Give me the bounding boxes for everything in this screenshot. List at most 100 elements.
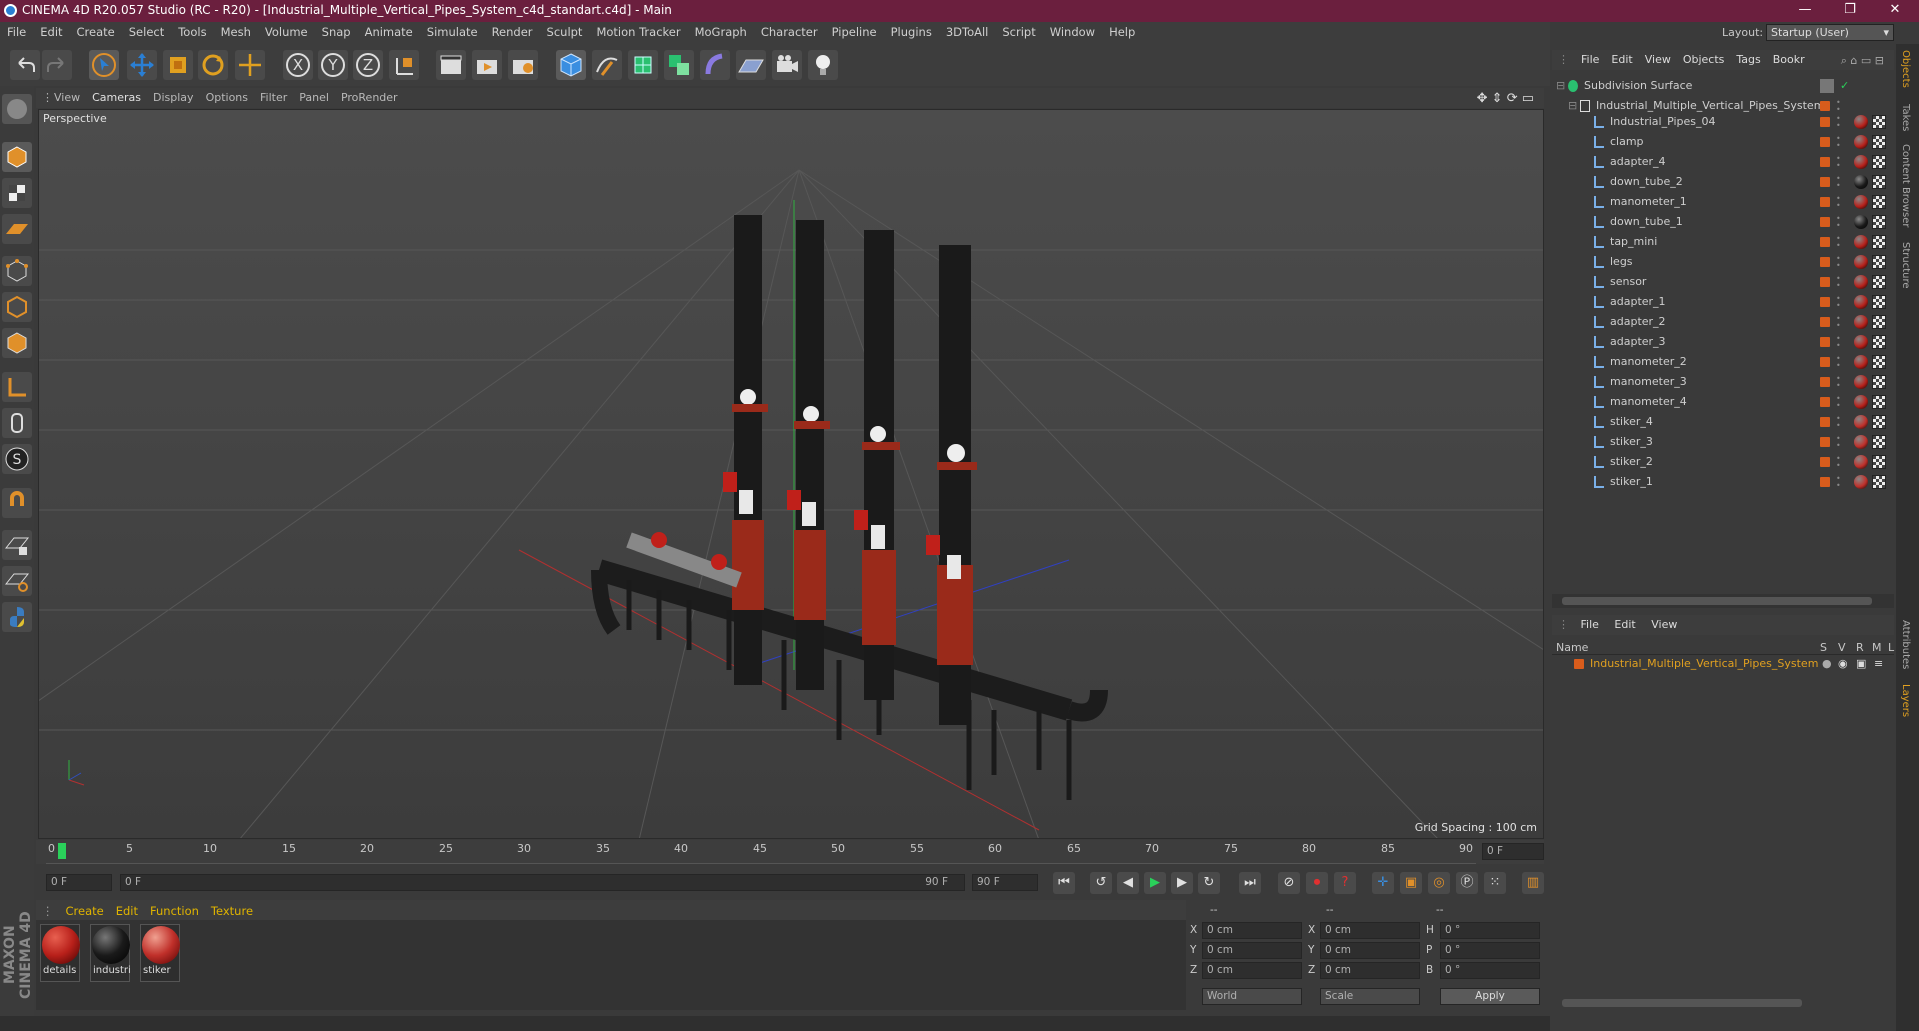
visibility-dots[interactable]: • •	[1836, 175, 1841, 190]
visibility-dots[interactable]: • •	[1836, 295, 1841, 310]
visibility-dots[interactable]: • •	[1836, 395, 1841, 410]
layer-color-swatch[interactable]	[1820, 277, 1830, 287]
3d-viewport[interactable]: Perspective Grid Spacing : 100 cm	[38, 109, 1544, 839]
tree-row-down-tube-2[interactable]: down_tube_2 • •	[1552, 172, 1894, 192]
obj-menu-edit[interactable]: Edit	[1605, 50, 1638, 66]
tree-row-clamp[interactable]: clamp • •	[1552, 132, 1894, 152]
start-frame-field[interactable]: 0 F	[46, 874, 112, 891]
position-z-field[interactable]: 0 cm	[1202, 962, 1302, 979]
previous-key-button[interactable]: ↺	[1090, 872, 1112, 894]
layer-color-swatch[interactable]	[1820, 177, 1830, 187]
polygons-mode-button[interactable]	[2, 328, 32, 358]
visibility-dots[interactable]: • •	[1836, 315, 1841, 330]
obj-menu-objects[interactable]: Objects	[1677, 50, 1731, 66]
apply-button[interactable]: Apply	[1440, 988, 1540, 1005]
play-button[interactable]: ▶	[1144, 872, 1166, 894]
viewport-menu-prorender[interactable]: ProRender	[335, 88, 404, 104]
material-swatch-stiker[interactable]: stiker	[140, 924, 180, 982]
visibility-dots[interactable]: • •	[1836, 415, 1841, 430]
menu-mesh[interactable]: Mesh	[214, 22, 258, 39]
texture-tag-icon[interactable]	[1872, 355, 1886, 369]
visibility-dots[interactable]: • •	[1836, 375, 1841, 390]
texture-tag-icon[interactable]	[1872, 195, 1886, 209]
floor-button[interactable]	[736, 50, 766, 80]
axis-mode-button[interactable]	[2, 372, 32, 402]
material-tag-icon[interactable]	[1854, 295, 1868, 309]
material-tag-icon[interactable]	[1854, 315, 1868, 329]
enable-snap-button[interactable]	[2, 488, 32, 518]
visibility-dots[interactable]: • •	[1836, 335, 1841, 350]
layer-color-swatch[interactable]	[1820, 117, 1830, 127]
tree-row-stiker-4[interactable]: stiker_4 • •	[1552, 412, 1894, 432]
render-settings-button[interactable]	[508, 50, 538, 80]
expand-toggle[interactable]: ⊟	[1568, 99, 1577, 112]
menu-character[interactable]: Character	[754, 22, 825, 39]
visibility-dots[interactable]: • •	[1836, 435, 1841, 450]
tree-row-manometer-2[interactable]: manometer_2 • •	[1552, 352, 1894, 372]
minimize-button[interactable]: —	[1785, 2, 1825, 20]
rotate-tool-button[interactable]	[198, 50, 228, 80]
menu-select[interactable]: Select	[122, 22, 171, 39]
object-manager-scrollbar[interactable]	[1552, 594, 1894, 608]
menu-mograph[interactable]: MoGraph	[688, 22, 754, 39]
layer-color-swatch[interactable]	[1820, 417, 1830, 427]
menu-simulate[interactable]: Simulate	[420, 22, 485, 39]
model-mode-button[interactable]	[2, 142, 32, 172]
material-tag-icon[interactable]	[1854, 115, 1868, 129]
key-rotation-button[interactable]: ◎	[1428, 872, 1450, 894]
tab-content-browser[interactable]: Content Browser	[1900, 144, 1911, 227]
texture-tag-icon[interactable]	[1872, 295, 1886, 309]
layer-menu-file[interactable]: File	[1581, 618, 1599, 631]
texture-tag-icon[interactable]	[1872, 215, 1886, 229]
menu-volume[interactable]: Volume	[258, 22, 315, 39]
layer-color-swatch[interactable]	[1820, 437, 1830, 447]
workplane-lock-button[interactable]	[2, 530, 32, 560]
y-axis-lock-button[interactable]: Y	[318, 50, 348, 80]
layer-menu-view[interactable]: View	[1651, 618, 1677, 631]
visibility-dots[interactable]: • •	[1836, 135, 1841, 150]
edges-mode-button[interactable]	[2, 292, 32, 322]
menu-window[interactable]: Window	[1043, 22, 1102, 39]
viewport-menu-options[interactable]: Options	[200, 88, 254, 104]
layer-color-swatch[interactable]	[1820, 217, 1830, 227]
layer-color-swatch[interactable]	[1574, 659, 1584, 669]
layer-color-swatch[interactable]	[1820, 137, 1830, 147]
coordinate-space-dropdown[interactable]: World	[1202, 988, 1302, 1005]
layer-menu-edit[interactable]: Edit	[1614, 618, 1635, 631]
next-frame-button[interactable]: ▶	[1171, 872, 1193, 894]
menu-snap[interactable]: Snap	[315, 22, 358, 39]
size-x-field[interactable]: 0 cm	[1320, 922, 1420, 939]
key-parameter-button[interactable]: Ⓟ	[1456, 872, 1478, 894]
tree-row-industrial-pipes-04[interactable]: Industrial_Pipes_04 • •	[1552, 112, 1894, 132]
size-mode-dropdown[interactable]: Scale	[1320, 988, 1420, 1005]
motion-path-button[interactable]: ⊘	[1278, 872, 1300, 894]
texture-mode-button[interactable]	[2, 178, 32, 208]
tree-row-stiker-2[interactable]: stiker_2 • •	[1552, 452, 1894, 472]
layer-color-swatch[interactable]	[1820, 197, 1830, 207]
visibility-dots[interactable]: • •	[1836, 195, 1841, 210]
menu-edit[interactable]: Edit	[33, 22, 69, 39]
tab-takes[interactable]: Takes	[1900, 104, 1911, 131]
rotation-h-field[interactable]: 0 °	[1440, 922, 1540, 939]
layer-color-swatch[interactable]	[1820, 297, 1830, 307]
scrollbar-thumb[interactable]	[1562, 597, 1872, 605]
transform-tool-button[interactable]	[235, 50, 265, 80]
texture-tag-icon[interactable]	[1872, 135, 1886, 149]
go-to-start-button[interactable]: ⏮	[1053, 872, 1075, 894]
python-script-button[interactable]	[2, 602, 32, 632]
playhead[interactable]	[58, 843, 66, 859]
texture-tag-icon[interactable]	[1872, 315, 1886, 329]
search-home-icons[interactable]: ⌕ ⌂ ▭ ⊟	[1835, 51, 1890, 68]
material-tag-icon[interactable]	[1854, 175, 1868, 189]
material-tag-icon[interactable]	[1854, 275, 1868, 289]
obj-menu-tags[interactable]: Tags	[1730, 50, 1766, 66]
tree-row-tap-mini[interactable]: tap_mini • •	[1552, 232, 1894, 252]
menu-plugins[interactable]: Plugins	[884, 22, 939, 39]
tree-row-sensor[interactable]: sensor • •	[1552, 272, 1894, 292]
workplane-align-button[interactable]	[2, 566, 32, 596]
viewport-menu-cameras[interactable]: Cameras	[86, 88, 147, 104]
scale-tool-button[interactable]	[163, 50, 193, 80]
menu-motion-tracker[interactable]: Motion Tracker	[589, 22, 687, 39]
subdivision-surface-button[interactable]	[628, 50, 658, 80]
layer-solo-toggle[interactable]: ●	[1822, 657, 1832, 670]
